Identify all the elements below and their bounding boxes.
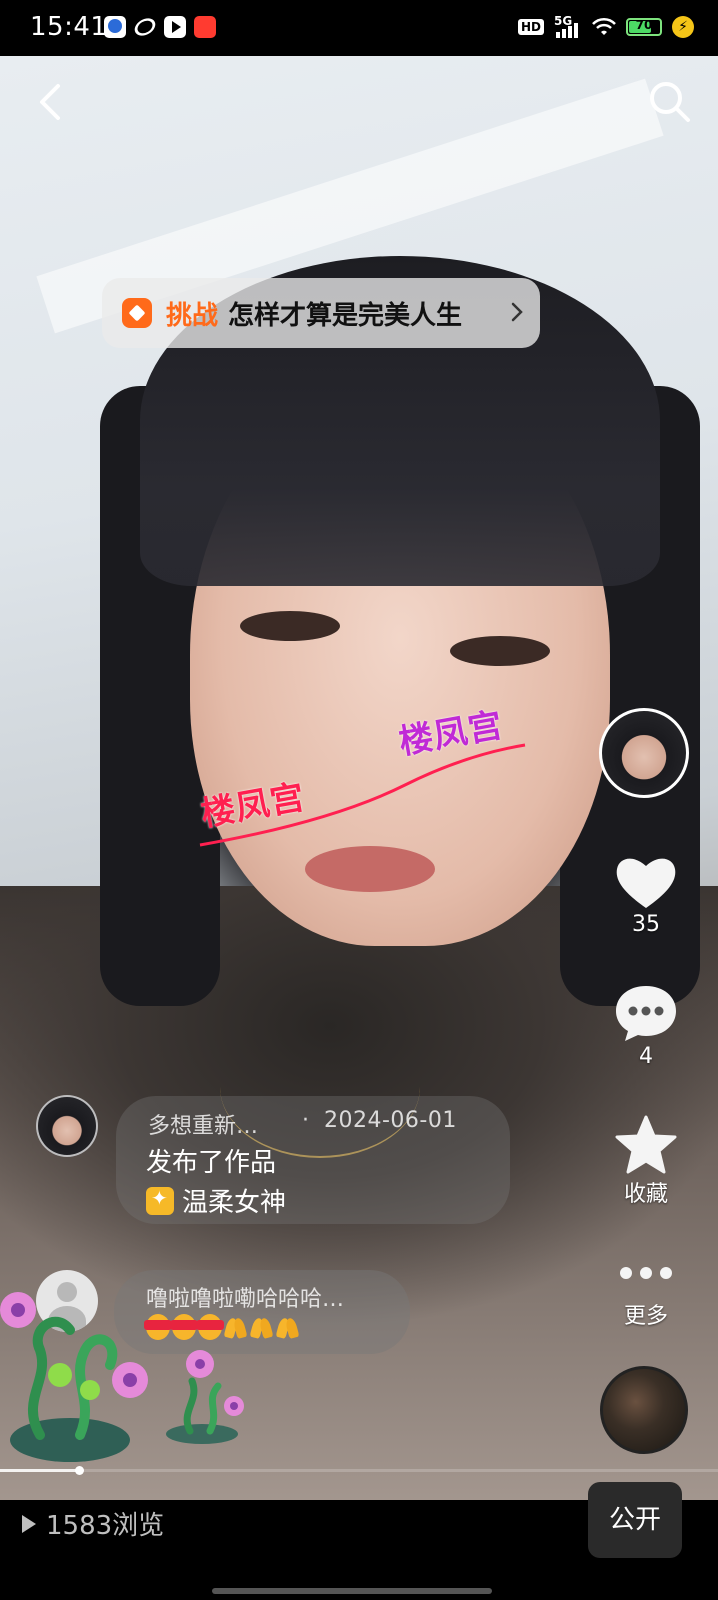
video-eye-right (450, 636, 550, 666)
jiayou-emoji-icon (170, 1314, 198, 1340)
status-app-icons (104, 14, 216, 40)
comment-button[interactable]: 4 (596, 982, 696, 1069)
like-count: 35 (632, 912, 660, 937)
post-author-name[interactable]: 多想重新… (148, 1108, 258, 1140)
post-separator: · (302, 1108, 309, 1133)
challenge-banner[interactable]: 挑战 怎样才算是完美人生 (102, 278, 540, 348)
status-time: 15:41 (30, 12, 108, 42)
chevron-right-icon (511, 302, 523, 322)
heart-icon (616, 858, 676, 908)
pray-emoji-icon (276, 1314, 300, 1340)
wifi-icon (592, 17, 616, 35)
challenge-icon (122, 298, 152, 328)
author-avatar[interactable] (599, 708, 689, 798)
post-date: 2024-06-01 (324, 1108, 457, 1133)
video-progress-knob[interactable] (74, 1466, 84, 1475)
more-dots-icon (620, 1267, 672, 1279)
more-label: 更多 (623, 1304, 668, 1329)
battery-icon: 70 (626, 18, 662, 36)
video-progress-bar[interactable] (0, 1466, 718, 1475)
like-button[interactable]: 35 (596, 852, 696, 937)
status-bar: 15:41 HD 5G 70 ⚡ (0, 0, 718, 56)
comment-author: 噜啦噜啦嘞哈哈哈… (146, 1287, 345, 1312)
pray-emoji-icon (224, 1314, 248, 1340)
play-icon (22, 1514, 36, 1533)
star-icon (615, 1115, 677, 1174)
browser-ring-icon (131, 14, 159, 40)
video-progress-fill (0, 1469, 79, 1472)
hd-badge: HD (517, 19, 544, 35)
views-label: 1583浏览 (46, 1511, 165, 1541)
comment-icon (616, 986, 676, 1041)
flower-decoration-left (0, 1292, 148, 1462)
flower-decoration-right (166, 1350, 244, 1444)
video-screen: 15:41 HD 5G 70 ⚡ 楼凤宫 楼凤宫 挑战 怎样才算是完美人生 35… (0, 0, 718, 1600)
chevron-left-icon (40, 84, 60, 120)
video-play-icon (164, 16, 186, 38)
battery-level: 70 (635, 18, 653, 32)
post-action: 发布了作品 (146, 1148, 277, 1178)
home-indicator[interactable] (212, 1588, 492, 1594)
post-tag-label: 温柔女神 (182, 1188, 287, 1218)
cellular-signal-icon: 5G (554, 14, 582, 38)
search-icon (650, 82, 690, 122)
back-button[interactable] (28, 76, 76, 128)
baidu-icon (104, 16, 126, 38)
pray-emoji-icon (250, 1314, 274, 1340)
challenge-title: 怎样才算是完美人生 (228, 300, 463, 331)
video-eye-left (240, 611, 340, 641)
views-count: 1583浏览 (22, 1505, 164, 1542)
comment-emojis (144, 1314, 300, 1340)
favorite-label: 收藏 (623, 1182, 668, 1207)
search-button[interactable] (644, 76, 696, 128)
video-lips (305, 846, 435, 892)
sparkle-icon (146, 1186, 174, 1215)
status-right: HD 5G 70 ⚡ (517, 14, 694, 38)
post-author-avatar[interactable] (36, 1095, 98, 1157)
challenge-tag: 挑战 (166, 300, 219, 331)
music-disc[interactable] (600, 1366, 688, 1454)
app-red-icon (194, 16, 216, 38)
comment-count: 4 (639, 1044, 653, 1069)
jiayou-emoji-icon (196, 1314, 224, 1340)
post-tag[interactable]: 温柔女神 (146, 1182, 286, 1219)
public-button[interactable]: 公开 (588, 1482, 682, 1558)
favorite-button[interactable]: 收藏 (596, 1114, 696, 1208)
charging-icon: ⚡ (672, 16, 694, 38)
more-button[interactable]: 更多 (596, 1258, 696, 1330)
